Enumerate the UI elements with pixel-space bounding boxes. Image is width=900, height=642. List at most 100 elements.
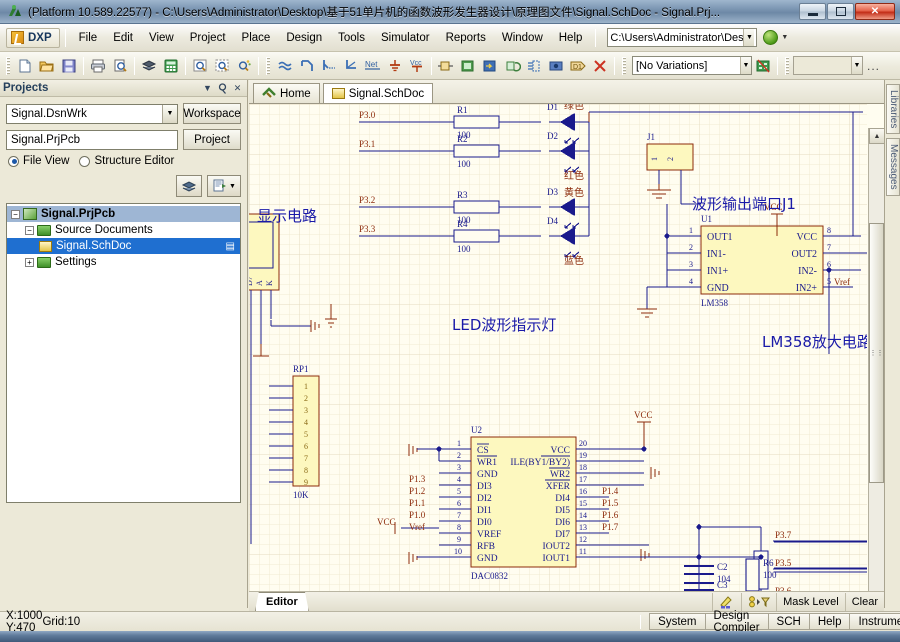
expander-icon-source-documents[interactable]: −: [25, 226, 34, 235]
tab-signal-schdoc[interactable]: Signal.SchDoc: [323, 83, 433, 103]
filter-icon[interactable]: [741, 593, 776, 611]
menu-tools[interactable]: Tools: [330, 29, 373, 47]
status-button-help[interactable]: Help: [810, 613, 851, 630]
open-document-icon[interactable]: ▼: [207, 175, 241, 197]
status-button-instruments[interactable]: Instruments: [850, 613, 900, 630]
place-wire-icon[interactable]: [274, 55, 296, 77]
variations-combo[interactable]: [No Variations] ▼: [632, 56, 752, 75]
scroll-up-arrow-icon[interactable]: ▲: [869, 128, 884, 144]
menu-window[interactable]: Window: [494, 29, 551, 47]
zoom-object-icon[interactable]: [233, 55, 255, 77]
vertical-scroll-thumb[interactable]: ⋮⋮: [869, 223, 884, 483]
project-tree[interactable]: − Signal.PrjPcb − Source Documents Signa…: [6, 203, 241, 503]
path-combo[interactable]: C:\Users\Administrator\Desktop ▼: [607, 28, 757, 47]
place-gnd-icon[interactable]: [384, 55, 406, 77]
place-sheet-entry-icon[interactable]: [479, 55, 501, 77]
tree-node-settings[interactable]: + Settings: [7, 254, 240, 270]
pcb-board-icon[interactable]: [138, 55, 160, 77]
menu-simulator[interactable]: Simulator: [373, 29, 438, 47]
close-icon-panel[interactable]: ✕: [231, 82, 244, 95]
canvas-vertical-scrollbar[interactable]: ▲ ⋮⋮ ▼: [868, 128, 884, 608]
highlight-pen-icon[interactable]: [712, 593, 741, 611]
place-bus-icon[interactable]: [296, 55, 318, 77]
place-part-icon[interactable]: [435, 55, 457, 77]
close-button[interactable]: ✕: [855, 3, 895, 20]
tab-messages[interactable]: Messages: [886, 138, 900, 196]
project-combo[interactable]: Signal.PrjPcb: [6, 130, 178, 150]
print-preview-icon[interactable]: [109, 55, 131, 77]
editor-tab[interactable]: Editor: [255, 592, 309, 611]
status-button-sch[interactable]: SCH: [769, 613, 810, 630]
open-folder-icon[interactable]: [36, 55, 58, 77]
delete-icon[interactable]: [589, 55, 611, 77]
variants-icon[interactable]: [752, 55, 774, 77]
schematic-canvas[interactable]: P3.0 P3.1 P3.2 P3.3 R1 100 R2 100 R3 100…: [249, 104, 867, 591]
place-vcc-icon[interactable]: Vcc: [406, 55, 428, 77]
place-nodirective-icon[interactable]: D1: [567, 55, 589, 77]
place-netlabel-icon[interactable]: Net: [362, 55, 384, 77]
toolbar-grip-2[interactable]: [266, 57, 270, 75]
place-line-icon[interactable]: [340, 55, 362, 77]
toolbar-overflow[interactable]: ...: [867, 59, 880, 73]
place-harness-icon[interactable]: [523, 55, 545, 77]
chevron-down-icon-orb[interactable]: ▼: [781, 34, 788, 41]
green-orb-icon[interactable]: [763, 30, 778, 45]
place-sheet-symbol-icon[interactable]: [457, 55, 479, 77]
empty-combo[interactable]: ▼: [793, 56, 863, 75]
project-button[interactable]: Project: [183, 129, 241, 150]
tree-node-source-documents[interactable]: − Source Documents: [7, 222, 240, 238]
place-bus-entry-icon[interactable]: [318, 55, 340, 77]
menu-place[interactable]: Place: [234, 29, 279, 47]
name-u1: LM358: [701, 298, 729, 308]
menu-project[interactable]: Project: [182, 29, 234, 47]
menu-view[interactable]: View: [141, 29, 182, 47]
menu-help[interactable]: Help: [551, 29, 591, 47]
chevron-down-icon-open[interactable]: ▼: [229, 183, 236, 190]
chevron-down-icon-workspace[interactable]: ▼: [162, 105, 177, 123]
chevron-down-icon-variations[interactable]: ▼: [740, 57, 751, 74]
toolbar-grip-3[interactable]: [622, 57, 626, 75]
home-icon: [262, 87, 276, 100]
status-button-design-compiler[interactable]: Design Compiler: [706, 613, 769, 630]
new-document-icon[interactable]: [14, 55, 36, 77]
print-icon[interactable]: [87, 55, 109, 77]
schematic-canvas-area: P3.0 P3.1 P3.2 P3.3 R1 100 R2 100 R3 100…: [249, 104, 884, 608]
chevron-down-icon[interactable]: ▼: [743, 29, 754, 46]
toolbar-grip-4[interactable]: [785, 57, 789, 75]
maximize-button[interactable]: [827, 3, 854, 20]
expander-icon-settings[interactable]: +: [25, 258, 34, 267]
toolbar-grip[interactable]: [6, 57, 10, 75]
pin-icon[interactable]: [216, 82, 229, 95]
tree-node-schdoc[interactable]: Signal.SchDoc ▤: [7, 238, 240, 254]
clear-button[interactable]: Clear: [845, 593, 884, 611]
zoom-selection-icon[interactable]: [211, 55, 233, 77]
dxp-menu-button[interactable]: DXP: [6, 28, 60, 48]
place-device-sheet-icon[interactable]: [501, 55, 523, 77]
compile-icon[interactable]: [176, 175, 202, 197]
menu-design[interactable]: Design: [278, 29, 330, 47]
zoom-area-icon[interactable]: [189, 55, 211, 77]
tab-home[interactable]: Home: [253, 83, 320, 103]
status-button-system[interactable]: System: [649, 613, 705, 630]
menu-reports[interactable]: Reports: [438, 29, 494, 47]
place-port-icon[interactable]: [545, 55, 567, 77]
window-title-bar: (Platform 10.589.22577) - C:\Users\Admin…: [0, 0, 900, 24]
tree-node-project[interactable]: − Signal.PrjPcb: [7, 206, 240, 222]
chevron-down-icon-panel[interactable]: ▼: [201, 82, 214, 95]
workspace-button[interactable]: Workspace: [183, 103, 241, 124]
workspace-combo[interactable]: Signal.DsnWrk ▼: [6, 104, 178, 124]
radio-structure-editor[interactable]: Structure Editor: [79, 155, 174, 167]
menu-edit[interactable]: Edit: [105, 29, 141, 47]
expander-icon-project[interactable]: −: [11, 210, 20, 219]
val-rp1: 10K: [293, 490, 309, 500]
save-icon[interactable]: [58, 55, 80, 77]
mask-level-button[interactable]: Mask Level: [776, 593, 845, 611]
tab-libraries[interactable]: Libraries: [886, 84, 900, 134]
minimize-button[interactable]: [799, 3, 826, 20]
menu-file[interactable]: File: [71, 29, 106, 47]
calculator-icon[interactable]: [160, 55, 182, 77]
val-r2: 100: [457, 159, 471, 169]
chevron-down-icon-empty[interactable]: ▼: [851, 57, 862, 74]
project-icon: [23, 208, 37, 220]
radio-file-view[interactable]: File View: [8, 155, 69, 167]
